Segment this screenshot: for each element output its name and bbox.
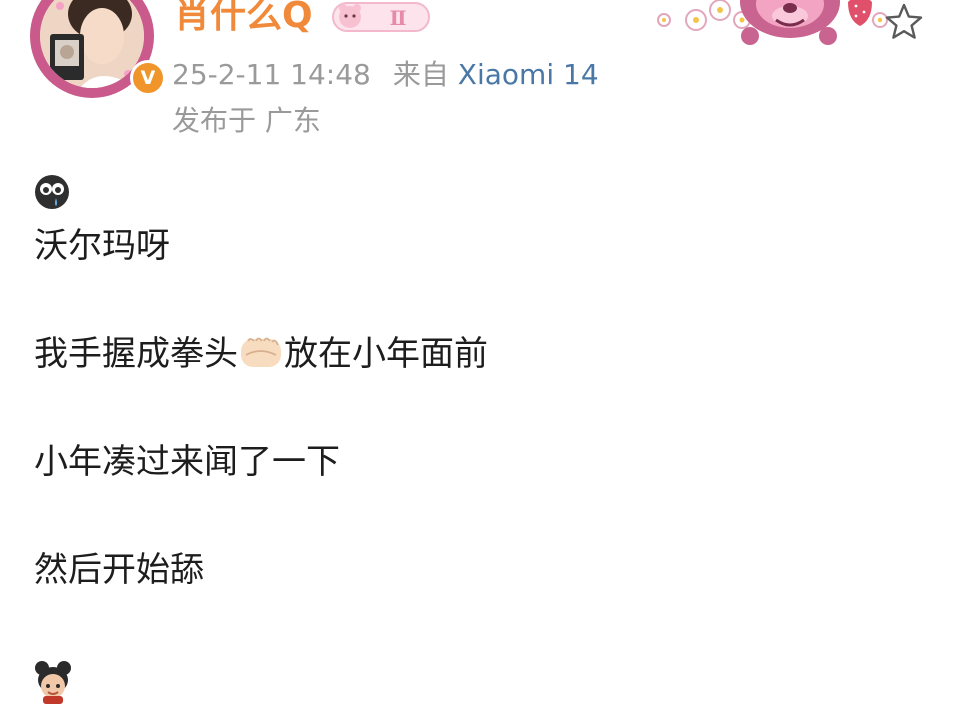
post-text-line-1: 沃尔玛呀 (34, 226, 170, 266)
post-text-line-2-before: 我手握成拳头 (34, 334, 238, 374)
source-prefix: 来自 (392, 58, 449, 91)
author-name[interactable]: 肖什么Q (174, 0, 313, 38)
post-text-line-3: 小年凑过来闻了一下 (34, 442, 340, 482)
pink-bear-level-badge-icon: Ⅱ (332, 2, 430, 32)
weibo-post: V 肖什么Q Ⅱ 25-2-11 14:48 来自 Xiaomi 14 发布于 广… (0, 0, 960, 720)
post-timestamp: 25-2-11 14:48 (172, 58, 371, 91)
orange-verified-badge-icon: V (130, 60, 166, 96)
emoji-girl-character-icon (35, 661, 71, 704)
post-meta: 25-2-11 14:48 来自 Xiaomi 14 (172, 56, 599, 94)
author-avatar[interactable]: V (30, 0, 166, 98)
device-link[interactable]: Xiaomi 14 (458, 58, 599, 91)
emoji-crying-eyes-icon (35, 175, 69, 209)
post-text-line-4: 然后开始舔 (34, 550, 204, 590)
name-badge-text: Ⅱ (390, 6, 407, 30)
post-text-line-2: 我手握成拳头 放在小年面前 (34, 332, 488, 376)
post-text-line-2-after: 放在小年面前 (284, 334, 488, 374)
post-location: 发布于 广东 (172, 104, 321, 137)
star-icon[interactable] (884, 2, 924, 42)
fist-emoji-icon (241, 337, 281, 367)
